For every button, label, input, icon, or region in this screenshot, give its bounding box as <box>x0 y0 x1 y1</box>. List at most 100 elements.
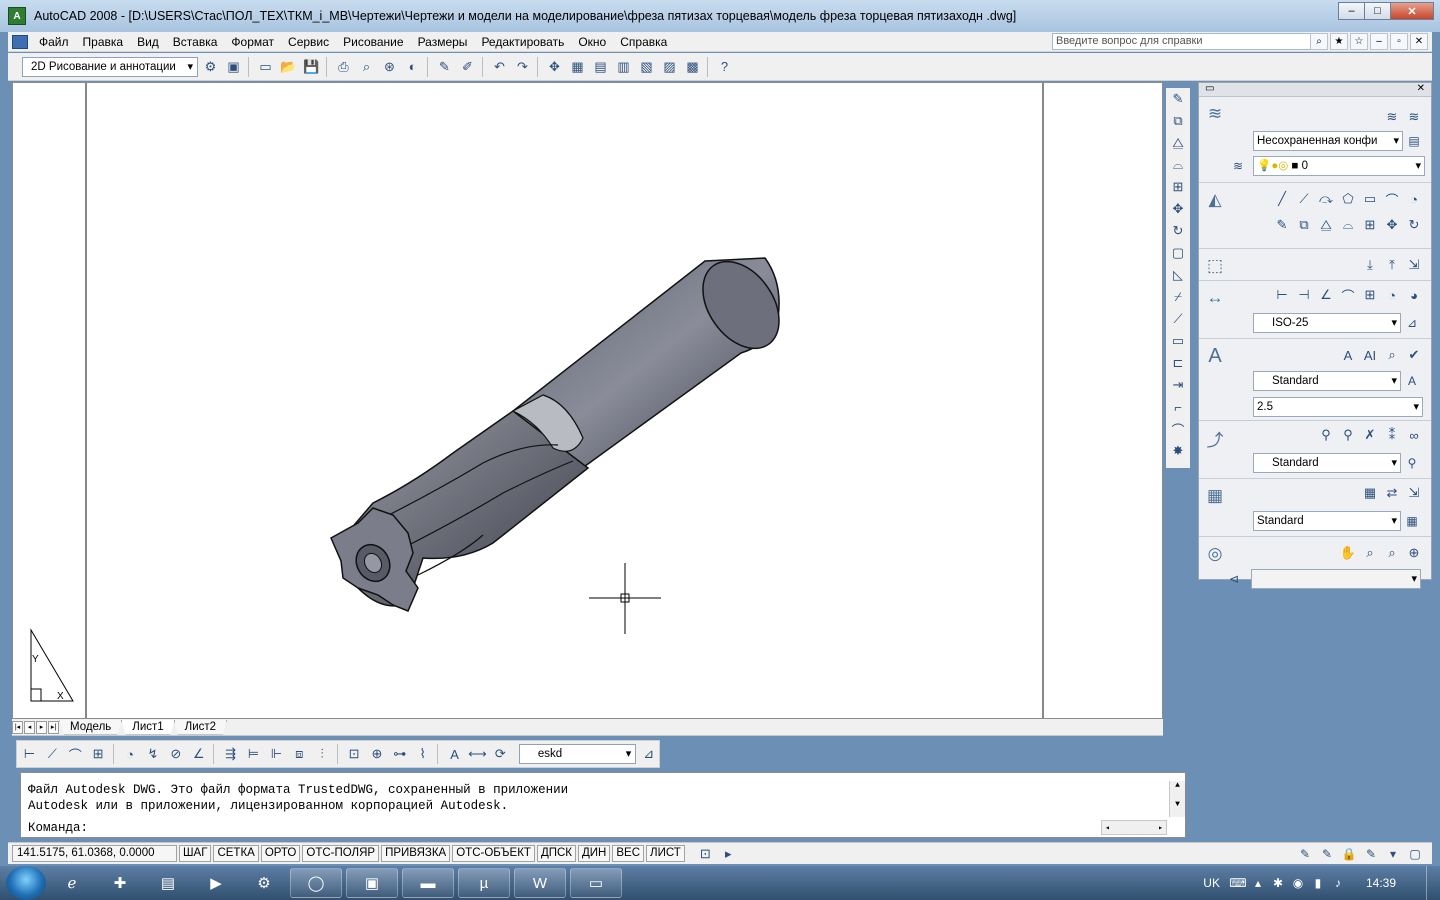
table-export-icon[interactable]: ⇲ <box>1403 483 1425 503</box>
viewport-nav-icon[interactable]: ▸ <box>718 843 739 864</box>
pan-realtime-icon[interactable]: ✋ <box>1337 543 1359 563</box>
menu-modify[interactable]: Редактировать <box>474 35 571 49</box>
language-indicator[interactable]: UK <box>1203 876 1220 890</box>
tab-model[interactable]: Модель <box>59 719 123 735</box>
dim-style-manager-icon[interactable]: ⊿ <box>1401 316 1423 330</box>
add-leader-icon[interactable]: ⚲ <box>1337 425 1359 445</box>
ordinate-dim-icon[interactable]: ⊞ <box>1359 285 1381 305</box>
save-icon[interactable]: 💾 <box>301 56 322 77</box>
workspace-select[interactable]: 2D Рисование и аннотации <box>22 56 198 77</box>
zoom-window-icon[interactable]: ⌕ <box>1381 543 1403 563</box>
grid-toggle[interactable]: СЕТКА <box>213 845 259 862</box>
trim-icon[interactable]: ⌿ <box>1168 287 1188 307</box>
tab-prev-icon[interactable]: ◂ <box>24 720 35 734</box>
drawing-canvas[interactable]: X Y <box>12 82 1163 719</box>
arc-icon[interactable]: ⌒ <box>1381 189 1403 209</box>
mleader-style-select[interactable]: Standard <box>1253 453 1401 473</box>
stretch-icon[interactable]: ◺ <box>1168 265 1188 285</box>
tray-expand-icon[interactable]: ▴ <box>1248 873 1268 893</box>
mleader-style-manager-icon[interactable]: ⚲ <box>1401 456 1423 470</box>
doc-minimize-icon[interactable]: – <box>1370 33 1388 50</box>
erase-icon[interactable]: ✎ <box>1168 89 1188 109</box>
volume-icon[interactable]: ♪ <box>1328 873 1348 893</box>
paper-model-toggle[interactable]: ЛИСТ <box>646 845 685 862</box>
properties-icon[interactable]: ▦ <box>567 56 588 77</box>
redo-icon[interactable]: ↷ <box>512 56 533 77</box>
zoom-realtime-icon[interactable]: ⌕ <box>1359 543 1381 563</box>
scale-icon[interactable]: ▢ <box>1168 243 1188 263</box>
command-prompt[interactable]: Команда: <box>28 821 88 835</box>
menu-view[interactable]: Вид <box>130 35 166 49</box>
dyn-toggle[interactable]: ДИН <box>578 845 611 862</box>
media-player-icon[interactable]: ▶ <box>194 868 238 898</box>
rotate-icon[interactable]: ↻ <box>1168 221 1188 241</box>
design-center-icon[interactable]: ▤ <box>590 56 611 77</box>
ortho-toggle[interactable]: ОРТО <box>260 845 301 862</box>
angular-dim-icon[interactable]: ∠ <box>188 744 209 765</box>
align-leaders-icon[interactable]: ⁑ <box>1381 425 1403 445</box>
communication-center-icon[interactable]: ★ <box>1330 33 1348 50</box>
calculator-icon[interactable]: ▩ <box>682 56 703 77</box>
rectangle-icon[interactable]: ▭ <box>1359 189 1381 209</box>
dim-style-select[interactable]: eskd <box>518 744 637 764</box>
collect-leaders-icon[interactable]: ∞ <box>1403 425 1425 445</box>
tolerance-icon[interactable]: ⊡ <box>344 744 365 765</box>
text-style-manager-icon[interactable]: A <box>1401 374 1423 388</box>
open-file-icon[interactable]: 📂 <box>278 56 299 77</box>
line-icon[interactable]: ╱ <box>1271 189 1293 209</box>
scroll-left-icon[interactable]: ◂ <box>1105 823 1110 833</box>
erase-icon[interactable]: ✎ <box>1271 215 1293 235</box>
ie-icon[interactable]: ℯ <box>50 868 94 898</box>
network-status-icon[interactable]: ▮ <box>1308 873 1328 893</box>
autocad-app-icon[interactable]: A <box>8 7 26 25</box>
dwf-icon[interactable]: ◐ <box>402 56 423 77</box>
aligned-dim-icon[interactable]: ⊣ <box>1293 285 1315 305</box>
menu-file[interactable]: Файл <box>32 35 76 49</box>
maximize-viewport-icon[interactable]: ⊡ <box>695 843 716 864</box>
opera-taskbar-button[interactable]: ◯ <box>290 868 342 898</box>
insert-block-icon[interactable]: ⤓ <box>1359 255 1381 275</box>
arc-length-dim-icon[interactable]: ⌒ <box>1337 285 1359 305</box>
favorites-icon[interactable]: ☆ <box>1350 33 1368 50</box>
ordinate-dim-icon[interactable]: ⊞ <box>88 744 109 765</box>
palette-close-icon[interactable]: ✕ <box>1417 83 1425 94</box>
document-icon[interactable] <box>12 34 28 49</box>
spell-check-icon[interactable]: ✔ <box>1403 345 1425 365</box>
maximize-button[interactable]: □ <box>1364 2 1391 20</box>
circle-icon[interactable]: ◔ <box>1403 189 1425 209</box>
table-data-link-icon[interactable]: ⇄ <box>1381 483 1403 503</box>
start-button[interactable] <box>6 866 46 900</box>
multileader-panel-icon[interactable]: ⤴ <box>1203 427 1227 450</box>
show-desktop-button[interactable] <box>1426 866 1440 900</box>
dim-break-icon[interactable]: ⫶ <box>312 744 333 765</box>
search-icon[interactable]: ⌕ <box>1310 33 1328 50</box>
menu-format[interactable]: Формат <box>224 35 281 49</box>
table-style-manager-icon[interactable]: ▦ <box>1401 514 1423 528</box>
view-back-icon[interactable]: ⊲ <box>1229 572 1251 586</box>
angular-dim-icon[interactable]: ∠ <box>1315 285 1337 305</box>
construction-line-icon[interactable]: ⟋ <box>1293 189 1315 209</box>
workspace-save-icon[interactable]: ▣ <box>223 56 244 77</box>
command-hscrollbar[interactable]: ◂ ▸ <box>1101 820 1167 835</box>
clean-screen-icon[interactable]: ▢ <box>1404 845 1426 863</box>
layer-make-current-icon[interactable]: ≋ <box>1233 159 1253 173</box>
dim-style-icon[interactable]: ⊿ <box>638 744 659 765</box>
layer-isolate-icon[interactable]: ≋ <box>1403 107 1425 127</box>
help-search-input[interactable]: Введите вопрос для справки <box>1052 33 1322 50</box>
scroll-down-icon[interactable]: ▼ <box>1170 800 1185 809</box>
zoom-extents-icon[interactable]: ⊕ <box>1403 543 1425 563</box>
menu-tools[interactable]: Сервис <box>281 35 336 49</box>
layers-icon[interactable]: ≋ <box>1203 103 1227 125</box>
menu-edit[interactable]: Правка <box>76 35 131 49</box>
tab-layout1[interactable]: Лист1 <box>121 719 175 735</box>
utorrent-taskbar-button[interactable]: µ <box>458 868 510 898</box>
dim-edit-icon[interactable]: A <box>444 744 465 765</box>
continue-dim-icon[interactable]: ⊩ <box>266 744 287 765</box>
rotate-icon[interactable]: ↻ <box>1403 215 1425 235</box>
offset-icon[interactable]: ⌓ <box>1337 215 1359 235</box>
move-icon[interactable]: ✥ <box>1381 215 1403 235</box>
text-style-select[interactable]: Standard <box>1253 371 1401 391</box>
break-icon[interactable]: ⊏ <box>1168 353 1188 373</box>
navigation-panel-icon[interactable]: ◎ <box>1203 543 1227 565</box>
fillet-icon[interactable]: ⌒ <box>1168 419 1188 439</box>
